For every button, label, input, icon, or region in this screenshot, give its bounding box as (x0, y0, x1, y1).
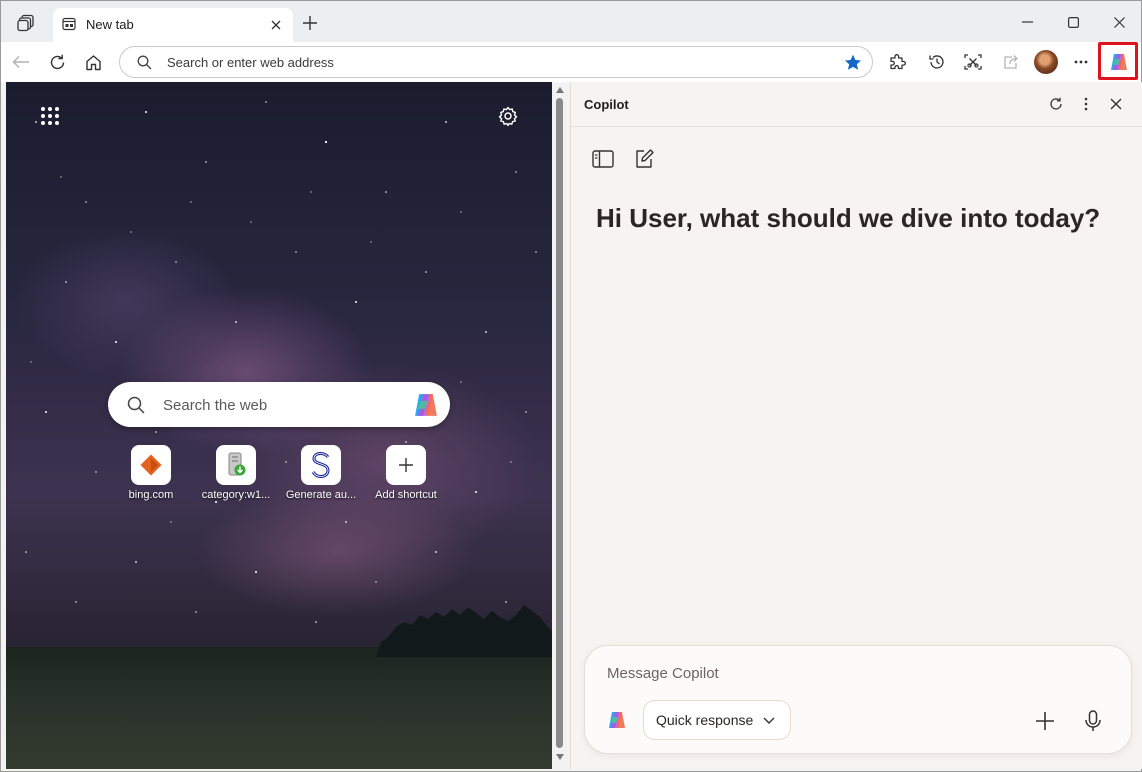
new-tab-page-icon (61, 16, 77, 32)
scrollbar-thumb[interactable] (556, 98, 563, 748)
shortcut-generate[interactable]: Generate au... (279, 445, 363, 505)
s-logo-icon (301, 445, 341, 485)
web-search-box[interactable]: Search the web (108, 382, 450, 427)
workspaces-icon[interactable] (15, 13, 37, 33)
shortcut-label: category:w1... (201, 489, 271, 501)
favorite-star-icon[interactable] (844, 53, 862, 71)
plus-icon (386, 445, 426, 485)
add-attachment-icon[interactable] (1032, 708, 1058, 734)
copilot-greeting: Hi User, what should we dive into today? (596, 203, 1101, 233)
search-icon (136, 54, 152, 70)
web-search-placeholder: Search the web (163, 397, 268, 414)
history-icon[interactable] (926, 51, 948, 73)
shortcut-bing[interactable]: bing.com (109, 445, 193, 505)
title-bar: New tab (1, 1, 1141, 43)
tree-line (376, 605, 552, 657)
tab-title: New tab (86, 17, 134, 32)
ground (6, 647, 552, 769)
address-placeholder: Search or enter web address (167, 55, 334, 70)
extensions-icon[interactable] (886, 51, 908, 73)
avatar[interactable] (1034, 50, 1058, 74)
response-mode-dropdown[interactable]: Quick response (643, 700, 791, 740)
back-button[interactable] (10, 51, 32, 73)
copilot-title: Copilot (584, 97, 629, 112)
sidebar-toggle-icon[interactable] (591, 148, 615, 170)
toolbar: Search or enter web address (1, 42, 1141, 82)
scroll-up-arrow-icon[interactable] (555, 86, 565, 94)
chevron-down-icon (762, 714, 776, 726)
copilot-logo-icon[interactable] (411, 390, 441, 420)
new-chat-compose-icon[interactable] (632, 147, 656, 171)
refresh-icon[interactable] (1046, 94, 1066, 114)
minimize-button[interactable] (1016, 13, 1038, 31)
share-icon[interactable] (999, 51, 1021, 73)
copilot-header: Copilot (571, 82, 1142, 127)
page-scrollbar[interactable] (552, 82, 568, 769)
maximize-button[interactable] (1062, 12, 1084, 32)
close-tab-icon[interactable] (268, 17, 284, 33)
response-mode-label: Quick response (656, 712, 754, 728)
shortcut-label: bing.com (128, 489, 174, 501)
new-tab-button[interactable] (300, 13, 320, 33)
shortcut-category[interactable]: category:w1... (194, 445, 278, 505)
new-tab-page: Search the web bing.com category:w1... G… (6, 82, 552, 769)
shortcut-label: Generate au... (285, 489, 357, 501)
browser-window: New tab Search or enter web address Sear… (0, 0, 1142, 772)
screenshot-icon[interactable] (962, 51, 984, 73)
close-pane-icon[interactable] (1106, 94, 1126, 114)
file-download-icon (216, 445, 256, 485)
more-options-icon[interactable] (1070, 51, 1092, 73)
message-input[interactable]: Message Copilot (607, 665, 719, 682)
search-icon (126, 395, 146, 415)
scroll-down-arrow-icon[interactable] (555, 753, 565, 761)
home-button[interactable] (82, 51, 104, 73)
microphone-icon[interactable] (1080, 707, 1106, 735)
tab-new-tab[interactable]: New tab (53, 8, 293, 42)
message-composer[interactable]: Message Copilot Quick response (584, 645, 1132, 754)
address-bar[interactable]: Search or enter web address (119, 46, 873, 78)
bing-icon (131, 445, 171, 485)
apps-grid-icon[interactable] (38, 104, 62, 128)
close-window-button[interactable] (1108, 12, 1130, 32)
copilot-pane: Copilot Hi User, what should we dive int… (570, 82, 1142, 769)
shortcut-label: Add shortcut (375, 489, 437, 501)
more-vertical-icon[interactable] (1076, 94, 1096, 114)
add-shortcut-button[interactable]: Add shortcut (364, 445, 448, 505)
copilot-button-highlight (1098, 42, 1138, 80)
page-settings-gear-icon[interactable] (496, 104, 520, 128)
refresh-button[interactable] (46, 51, 68, 73)
copilot-logo-icon (605, 708, 629, 732)
